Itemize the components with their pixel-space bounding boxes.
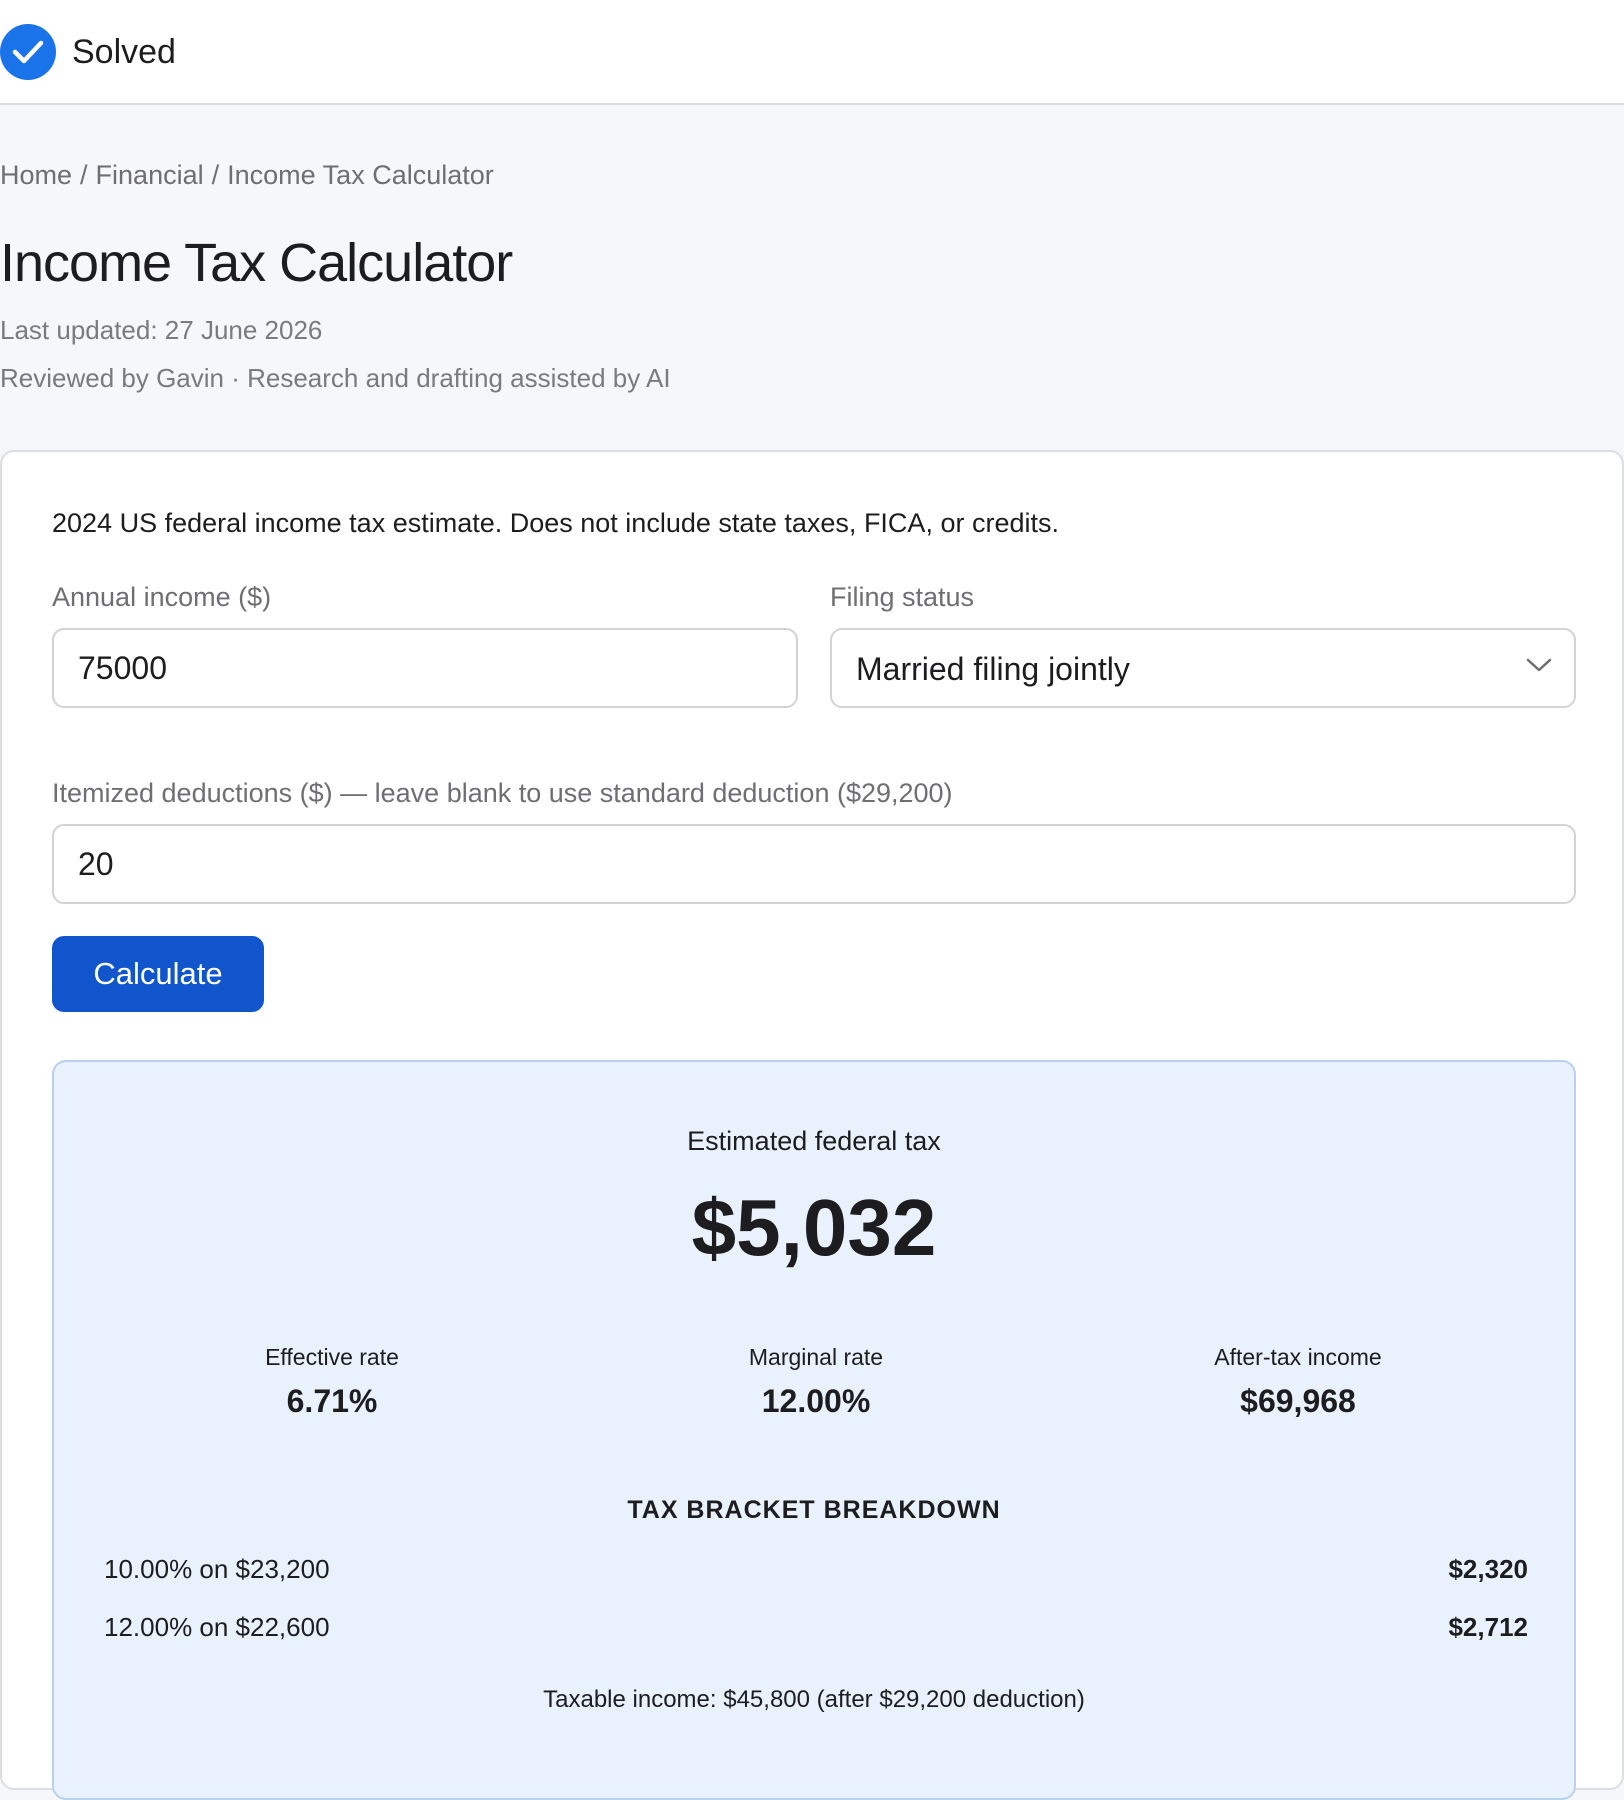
annual-income-label: Annual income ($): [52, 582, 272, 612]
marginal-rate-value: 12.00%: [761, 1383, 871, 1419]
itemized-deductions-input[interactable]: [52, 824, 1576, 904]
filing-status-select[interactable]: Married filing jointly: [830, 628, 1576, 708]
calculate-button[interactable]: Calculate: [52, 936, 264, 1012]
marginal-rate-stat: Marginal rate 12.00%: [616, 1342, 1016, 1420]
bracket-description: 10.00% on $23,200: [104, 1554, 330, 1584]
breadcrumb: Home / Financial / Income Tax Calculator: [0, 158, 494, 192]
bracket-breakdown-heading: TAX BRACKET BREAKDOWN: [627, 1496, 1001, 1524]
chevron-down-icon: [1526, 657, 1552, 678]
effective-rate-value: 6.71%: [286, 1383, 378, 1419]
status-bar: Solved: [0, 0, 1624, 105]
after-tax-income-value: $69,968: [1240, 1383, 1356, 1419]
calculator-intro: 2024 US federal income tax estimate. Doe…: [52, 508, 1059, 538]
reviewed-by-text: Reviewed by Gavin · Research and draftin…: [0, 363, 671, 393]
page-title: Income Tax Calculator: [0, 233, 513, 293]
results-panel: Estimated federal tax $5,032 Effective r…: [52, 1060, 1576, 1800]
filing-status-value: Married filing jointly: [856, 651, 1130, 687]
itemized-deductions-label: Itemized deductions ($) — leave blank to…: [52, 778, 953, 808]
bracket-row: 10.00% on $23,200 $2,320: [104, 1552, 1528, 1586]
after-tax-income-label: After-tax income: [1214, 1344, 1382, 1370]
after-tax-income-stat: After-tax income $69,968: [1098, 1342, 1498, 1420]
filing-status-label: Filing status: [830, 582, 975, 612]
bracket-description: 12.00% on $22,600: [104, 1612, 330, 1642]
estimated-tax-value: $5,032: [691, 1183, 937, 1272]
status-label: Solved: [72, 33, 176, 71]
bracket-row: 12.00% on $22,600 $2,712: [104, 1610, 1528, 1644]
effective-rate-label: Effective rate: [265, 1344, 399, 1370]
check-circle-icon: [0, 24, 56, 80]
effective-rate-stat: Effective rate 6.71%: [132, 1342, 532, 1420]
taxable-income-note: Taxable income: $45,800 (after $29,200 d…: [543, 1686, 1085, 1713]
breadcrumb-current: Income Tax Calculator: [227, 160, 494, 190]
bracket-amount: $2,320: [1448, 1554, 1528, 1584]
annual-income-input[interactable]: [52, 628, 798, 708]
calculator-card: 2024 US federal income tax estimate. Doe…: [0, 450, 1624, 1800]
results-title: Estimated federal tax: [687, 1126, 941, 1156]
marginal-rate-label: Marginal rate: [748, 1344, 884, 1370]
last-updated-text: Last updated: 27 June 2026: [0, 315, 323, 345]
bracket-amount: $2,712: [1448, 1612, 1528, 1642]
breadcrumb-separator: /: [211, 160, 220, 190]
breadcrumb-home-link[interactable]: Home: [0, 160, 72, 190]
breadcrumb-financial-link[interactable]: Financial: [96, 160, 204, 190]
breadcrumb-separator: /: [80, 160, 88, 190]
